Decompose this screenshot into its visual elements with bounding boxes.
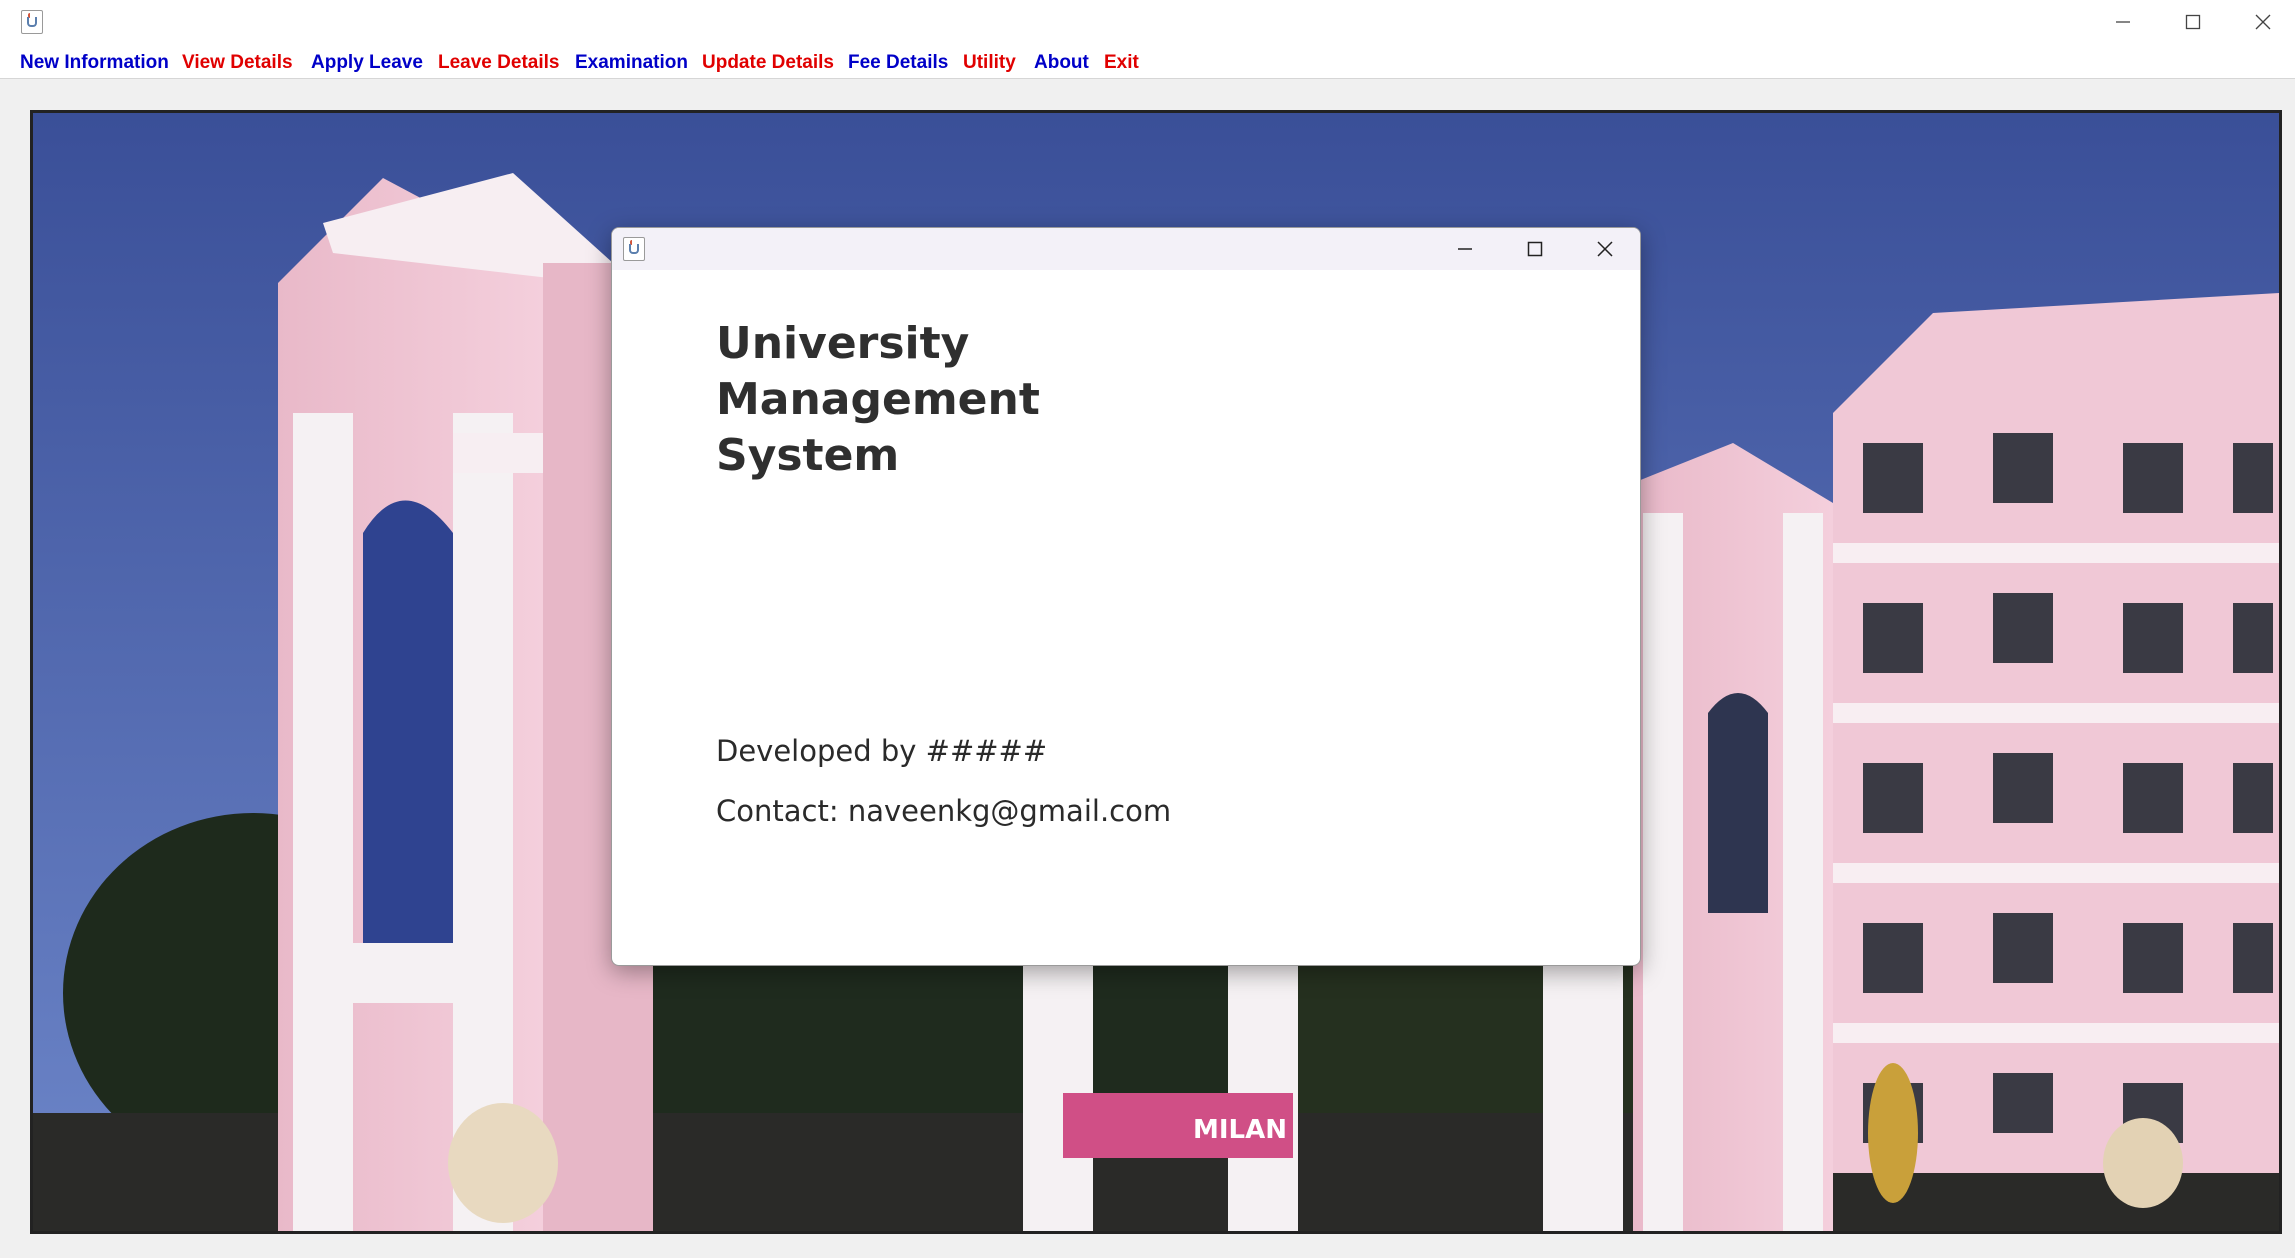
app-title-line-3: System [716,430,900,481]
menu-apply-leave[interactable]: Apply Leave [311,52,423,74]
dialog-close-button[interactable] [1570,228,1640,270]
menu-utility[interactable]: Utility [963,52,1016,74]
minimize-icon [1458,248,1472,250]
menu-exit[interactable]: Exit [1104,52,1139,74]
menu-new-information[interactable]: New Information [20,52,169,74]
app-title-line-1: University [716,318,970,369]
menu-bar: New Information View Details Apply Leave… [0,44,2295,79]
close-icon [1597,241,1613,257]
main-window-titlebar [0,0,2295,45]
close-icon [2255,14,2271,30]
maximize-button[interactable] [2158,0,2228,44]
maximize-icon [1527,241,1543,257]
dialog-java-icon [623,237,645,261]
java-app-icon [21,10,43,34]
menu-examination[interactable]: Examination [575,52,688,74]
menu-fee-details[interactable]: Fee Details [848,52,948,74]
developed-by-text: Developed by ##### [716,734,1048,768]
app-title-line-2: Management [716,374,1040,425]
contact-text: Contact: naveenkg@gmail.com [716,794,1172,828]
dialog-minimize-button[interactable] [1430,228,1500,270]
maximize-icon [2185,14,2201,30]
menu-view-details[interactable]: View Details [182,52,293,74]
app-title: University Management System [716,316,1216,484]
about-dialog: University Management System Developed b… [611,227,1641,966]
minimize-button[interactable] [2088,0,2158,44]
minimize-icon [2116,21,2130,23]
dialog-titlebar [612,228,1640,270]
menu-update-details[interactable]: Update Details [702,52,834,74]
menu-leave-details[interactable]: Leave Details [438,52,559,74]
close-button[interactable] [2228,0,2295,44]
dialog-maximize-button[interactable] [1500,228,1570,270]
banner-text: MILAN [1193,1115,1287,1145]
menu-about[interactable]: About [1034,52,1089,74]
